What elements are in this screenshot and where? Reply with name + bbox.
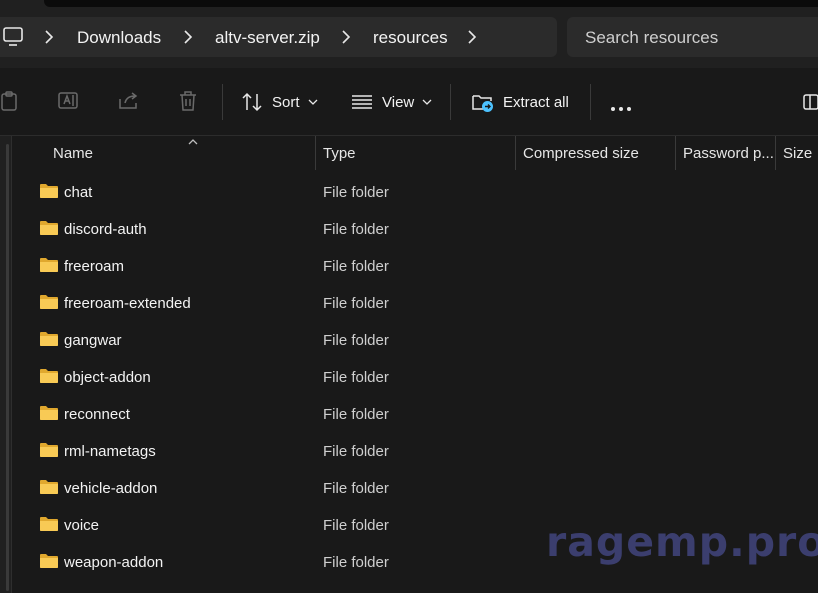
file-type: File folder bbox=[323, 480, 389, 497]
file-row[interactable]: object-addon File folder bbox=[12, 359, 818, 396]
navigation-pane[interactable] bbox=[0, 136, 12, 593]
column-divider[interactable] bbox=[675, 136, 676, 170]
folder-icon bbox=[39, 442, 59, 463]
file-name: freeroam-extended bbox=[64, 295, 191, 312]
file-name: rml-nametags bbox=[64, 443, 156, 460]
folder-icon bbox=[39, 479, 59, 500]
search-placeholder[interactable]: Search resources bbox=[585, 28, 718, 48]
column-password-protected[interactable]: Password p... bbox=[683, 136, 775, 170]
file-name: discord-auth bbox=[64, 221, 147, 238]
column-divider[interactable] bbox=[515, 136, 516, 170]
file-name: gangwar bbox=[64, 332, 122, 349]
sort-button[interactable]: Sort bbox=[241, 82, 318, 122]
file-name: object-addon bbox=[64, 369, 151, 386]
breadcrumb-downloads[interactable]: Downloads bbox=[77, 28, 161, 48]
folder-icon bbox=[39, 220, 59, 241]
folder-icon bbox=[39, 368, 59, 389]
folder-icon bbox=[39, 516, 59, 537]
chevron-down-icon bbox=[308, 99, 317, 105]
search-box[interactable]: Search resources bbox=[567, 17, 818, 57]
file-type: File folder bbox=[323, 554, 389, 571]
toolbar-divider bbox=[590, 84, 591, 120]
file-type: File folder bbox=[323, 369, 389, 386]
file-row[interactable]: discord-auth File folder bbox=[12, 211, 818, 248]
share-icon[interactable] bbox=[117, 90, 141, 117]
file-row[interactable]: freeroam-extended File folder bbox=[12, 285, 818, 322]
file-row[interactable]: gangwar File folder bbox=[12, 322, 818, 359]
column-name[interactable]: Name bbox=[53, 136, 313, 170]
file-name: reconnect bbox=[64, 406, 130, 423]
more-options-icon[interactable] bbox=[610, 99, 632, 117]
file-type: File folder bbox=[323, 406, 389, 423]
nav-scrollbar[interactable] bbox=[6, 144, 9, 591]
file-type: File folder bbox=[323, 184, 389, 201]
address-bar[interactable]: Downloads altv-server.zip resources bbox=[0, 17, 557, 57]
folder-icon bbox=[39, 553, 59, 574]
column-divider[interactable] bbox=[775, 136, 776, 170]
file-type: File folder bbox=[323, 517, 389, 534]
breadcrumb-resources[interactable]: resources bbox=[373, 28, 448, 48]
column-type[interactable]: Type bbox=[323, 136, 513, 170]
extract-folder-icon bbox=[472, 95, 493, 112]
file-row[interactable]: chat File folder bbox=[12, 174, 818, 211]
chevron-down-icon bbox=[422, 99, 432, 105]
file-name: chat bbox=[64, 184, 93, 201]
folder-icon bbox=[39, 257, 59, 278]
file-name: voice bbox=[64, 517, 100, 534]
view-icon bbox=[352, 95, 372, 109]
chevron-right-icon[interactable] bbox=[183, 29, 193, 50]
folder-icon bbox=[39, 183, 59, 204]
chevron-right-icon[interactable] bbox=[467, 29, 477, 50]
file-type: File folder bbox=[323, 295, 389, 312]
view-button[interactable]: View bbox=[351, 82, 432, 122]
extract-all-label: Extract all bbox=[503, 93, 569, 111]
toolbar-divider bbox=[222, 84, 223, 120]
sort-label: Sort bbox=[272, 93, 300, 111]
file-row[interactable]: rml-nametags File folder bbox=[12, 433, 818, 470]
file-type: File folder bbox=[323, 443, 389, 460]
chevron-right-icon[interactable] bbox=[341, 29, 351, 50]
column-header-row: Name Type Compressed size Password p... … bbox=[12, 136, 818, 170]
column-divider[interactable] bbox=[315, 136, 316, 170]
file-row[interactable]: vehicle-addon File folder bbox=[12, 470, 818, 507]
breadcrumb-altv-server-zip[interactable]: altv-server.zip bbox=[215, 28, 320, 48]
extract-all-button[interactable]: Extract all bbox=[472, 82, 569, 122]
file-name: weapon-addon bbox=[64, 554, 164, 571]
tab-strip bbox=[44, 0, 818, 7]
sort-icon bbox=[242, 92, 262, 112]
title-area: Downloads altv-server.zip resources Sear… bbox=[0, 0, 818, 68]
file-type: File folder bbox=[323, 258, 389, 275]
command-bar: Sort View Extract all bbox=[0, 68, 818, 136]
file-type: File folder bbox=[323, 221, 389, 238]
view-label: View bbox=[382, 93, 415, 111]
toolbar-divider bbox=[450, 84, 451, 120]
file-row[interactable]: freeroam File folder bbox=[12, 248, 818, 285]
this-pc-icon[interactable] bbox=[3, 27, 25, 52]
rename-icon[interactable] bbox=[57, 90, 81, 117]
column-size[interactable]: Size bbox=[783, 136, 818, 170]
file-type: File folder bbox=[323, 332, 389, 349]
watermark: ragemp.pro bbox=[546, 518, 818, 566]
folder-icon bbox=[39, 294, 59, 315]
chevron-right-icon[interactable] bbox=[44, 29, 54, 50]
folder-icon bbox=[39, 405, 59, 426]
file-name: vehicle-addon bbox=[64, 480, 158, 497]
details-pane-icon[interactable] bbox=[803, 94, 818, 115]
paste-icon[interactable] bbox=[0, 90, 20, 117]
folder-icon bbox=[39, 331, 59, 352]
file-name: freeroam bbox=[64, 258, 125, 275]
column-compressed-size[interactable]: Compressed size bbox=[523, 136, 673, 170]
delete-icon[interactable] bbox=[178, 90, 198, 117]
file-row[interactable]: reconnect File folder bbox=[12, 396, 818, 433]
